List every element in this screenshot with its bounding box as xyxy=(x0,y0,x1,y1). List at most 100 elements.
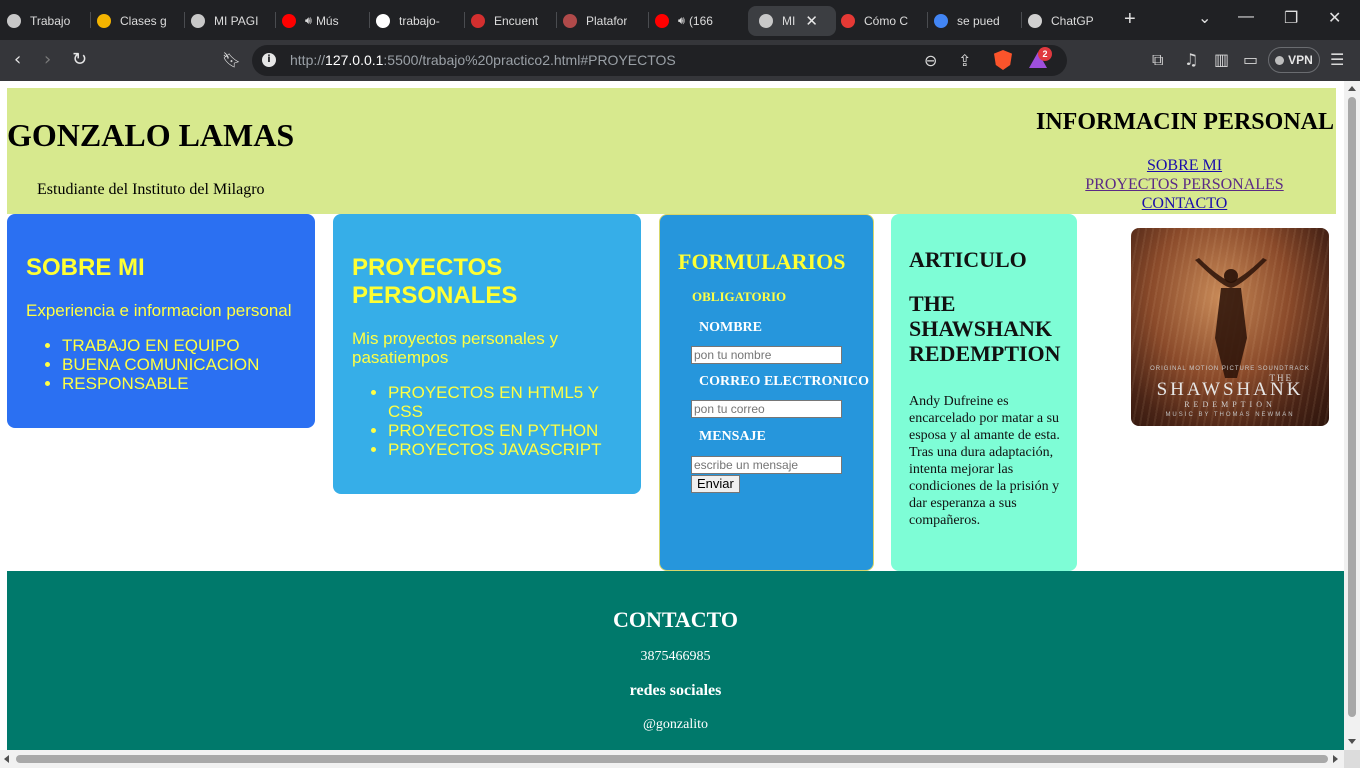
poster-title-text: SHAWSHANK xyxy=(1156,379,1304,400)
shawshank-poster-image: ORIGINAL MOTION PICTURE SOUNDTRACK THE S… xyxy=(1131,228,1329,426)
browser-tab[interactable]: Platafor xyxy=(562,6,644,36)
new-tab-button[interactable]: + xyxy=(1124,8,1136,31)
nav-link-contacto[interactable]: CONTACTO xyxy=(1067,194,1302,213)
browser-tab[interactable]: ChatGP xyxy=(1027,6,1111,36)
sobre-mi-lead: Experiencia e informacion personal xyxy=(26,301,292,320)
redes-title: redes sociales xyxy=(629,682,722,699)
browser-tab[interactable]: Cómo C xyxy=(840,6,922,36)
url-text[interactable]: http://127.0.0.1:5500/trabajo%20practico… xyxy=(290,52,676,68)
tab-search-icon[interactable]: ⌄ xyxy=(1198,8,1211,28)
share-icon[interactable]: ⇪ xyxy=(958,51,971,70)
tab-label: se pued xyxy=(957,14,1000,28)
mensaje-input[interactable] xyxy=(691,456,842,474)
zoom-icon[interactable]: ⊖ xyxy=(924,51,937,70)
menu-icon[interactable]: ☰ xyxy=(1330,50,1344,69)
google-icon xyxy=(933,13,949,29)
audio-playing-icon[interactable]: 🔊︎ xyxy=(305,15,312,28)
tab-label: MI PAGI xyxy=(214,14,259,28)
back-arrow-icon[interactable]: ‹ xyxy=(14,50,21,70)
contacto-footer: CONTACTO 3875466985 redes sociales @gonz… xyxy=(7,571,1344,750)
tab-separator xyxy=(90,12,91,28)
github-icon xyxy=(375,13,391,29)
nav-link-sobre-mi[interactable]: SOBRE MI xyxy=(1067,156,1302,175)
nav-title: INFORMACIN PERSONAL xyxy=(1035,109,1334,135)
correo-input[interactable] xyxy=(691,400,842,418)
list-item: BUENA COMUNICACION xyxy=(62,355,296,374)
proyectos-title: PROYECTOS PERSONALES xyxy=(352,254,518,309)
poster-credit-text: MUSIC BY THOMAS NEWMAN xyxy=(1165,412,1295,418)
proyectos-lead: Mis proyectos personales y pasatiempos xyxy=(352,329,558,367)
horizontal-scrollbar[interactable] xyxy=(0,750,1344,768)
browser-tab[interactable]: trabajo- xyxy=(375,6,459,36)
tab-label: Platafor xyxy=(586,14,628,28)
institution-icon xyxy=(562,13,578,29)
page-viewport: GONZALO LAMAS Estudiante del Instituto d… xyxy=(0,81,1344,750)
vertical-scroll-thumb[interactable] xyxy=(1348,97,1356,717)
list-item: RESPONSABLE xyxy=(62,374,296,393)
media-icon[interactable]: ♫ xyxy=(1184,50,1198,69)
tab-separator xyxy=(464,12,465,28)
sidebar-icon[interactable]: ▥ xyxy=(1214,50,1229,69)
scroll-down-arrow-icon[interactable] xyxy=(1348,739,1356,744)
tab-separator xyxy=(927,12,928,28)
nav-link-proyectos[interactable]: PROYECTOS PERSONALES xyxy=(1067,175,1302,194)
chatgpt-icon xyxy=(1027,13,1043,29)
wallet-icon[interactable]: ▭ xyxy=(1243,50,1258,69)
site-title: GONZALO LAMAS xyxy=(7,117,295,153)
minimize-button[interactable]: — xyxy=(1238,8,1254,26)
globe-icon xyxy=(758,13,774,29)
scroll-left-arrow-icon[interactable] xyxy=(4,755,9,763)
site-info-icon[interactable]: i xyxy=(262,53,276,67)
maximize-button[interactable]: ❐ xyxy=(1284,8,1298,28)
globe-icon xyxy=(6,13,22,29)
site-subtitle: Estudiante del Instituto del Milagro xyxy=(37,181,265,198)
audio-playing-icon[interactable]: 🔊︎ xyxy=(678,15,685,28)
scroll-up-arrow-icon[interactable] xyxy=(1348,86,1356,91)
tab-label: ChatGP xyxy=(1051,14,1094,28)
address-bar[interactable]: i http://127.0.0.1:5500/trabajo%20practi… xyxy=(252,45,1067,76)
browser-tab[interactable]: Clases g xyxy=(96,6,180,36)
poster-figure-silhouette xyxy=(1195,258,1267,378)
list-item: TRABAJO EN EQUIPO xyxy=(62,336,296,355)
tab-label: Cómo C xyxy=(864,14,909,28)
vertical-scrollbar[interactable] xyxy=(1344,81,1360,750)
site-nav: SOBRE MI PROYECTOS PERSONALES CONTACTO xyxy=(1067,156,1302,213)
proyectos-list: PROYECTOS EN HTML5 Y CSS PROYECTOS EN PY… xyxy=(352,383,622,459)
close-window-button[interactable]: ✕ xyxy=(1328,8,1341,28)
youtube-music-icon xyxy=(281,13,297,29)
nombre-input[interactable] xyxy=(691,346,842,364)
tab-label: (166 xyxy=(688,14,713,28)
browser-tab[interactable]: se pued xyxy=(933,6,1017,36)
sobre-mi-list: TRABAJO EN EQUIPO BUENA COMUNICACION RES… xyxy=(26,336,296,393)
articulo-section: ARTICULO THE SHAWSHANK REDEMPTION Andy D… xyxy=(891,214,1077,571)
globe-icon xyxy=(190,13,206,29)
obligatorio-legend: OBLIGATORIO xyxy=(692,289,787,304)
pdf-icon xyxy=(470,13,486,29)
extensions-icon[interactable]: ⧉ xyxy=(1152,50,1163,70)
enviar-button[interactable]: Enviar xyxy=(691,475,740,493)
close-tab-icon[interactable]: ✕ xyxy=(805,12,818,30)
browser-tab[interactable]: 🔊︎ (166 xyxy=(654,6,738,36)
vpn-button[interactable]: VPN xyxy=(1268,47,1320,73)
vpn-label: VPN xyxy=(1288,53,1313,67)
formulario-title: FORMULARIOS xyxy=(678,249,846,274)
articulo-paragraph-1: Andy Dufreine es encarcelado por matar a… xyxy=(909,394,1060,443)
rewards-badge: 2 xyxy=(1038,47,1052,61)
tab-separator xyxy=(184,12,185,28)
social-handle: @gonzalito xyxy=(643,717,708,732)
proyectos-section: PROYECTOS PERSONALES Mis proyectos perso… xyxy=(333,214,641,494)
reload-icon[interactable]: ↻ xyxy=(72,50,87,70)
contacto-title: CONTACTO xyxy=(612,607,739,632)
browser-tab[interactable]: 🔊︎ Mús xyxy=(281,6,365,36)
list-item: PROYECTOS JAVASCRIPT xyxy=(388,440,622,459)
scroll-right-arrow-icon[interactable] xyxy=(1333,755,1338,763)
horizontal-scroll-thumb[interactable] xyxy=(16,755,1328,763)
poster-subtitle-text: REDEMPTION xyxy=(1184,400,1276,409)
browser-tab[interactable]: MI ✕ xyxy=(748,6,836,36)
articulo-subtitle: THE SHAWSHANK REDEMPTION xyxy=(909,291,1061,366)
forward-arrow-icon[interactable]: › xyxy=(44,50,51,70)
browser-tab[interactable]: Encuent xyxy=(470,6,552,36)
browser-tab[interactable]: MI PAGI xyxy=(190,6,270,36)
bookmark-icon[interactable]: 🔖︎ xyxy=(222,50,241,70)
browser-tab[interactable]: Trabajo xyxy=(6,6,88,36)
